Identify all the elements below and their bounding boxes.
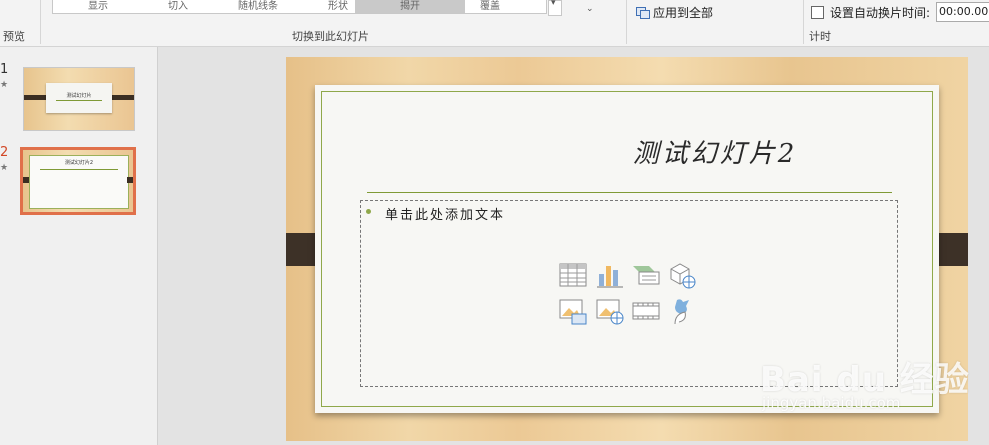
gallery-more-button[interactable]: ▾	[548, 0, 562, 16]
preview-group-label: 预览	[3, 30, 25, 43]
thumb-card: 测试幻灯片	[46, 83, 112, 113]
transition-item-0[interactable]: 显示	[68, 0, 128, 12]
slide-title[interactable]: 测试幻灯片2	[515, 133, 915, 170]
watermark-url: jingyan.baidu.com	[762, 394, 901, 412]
transition-gallery: 显示 切入 随机线条 形状 揭开 覆盖	[52, 0, 547, 14]
transition-item-4[interactable]: 揭开	[380, 0, 440, 12]
slide-animation-star-1: ★	[0, 80, 9, 90]
table-icon[interactable]	[558, 260, 588, 290]
auto-advance-label: 设置自动换片时间:	[830, 6, 931, 20]
thumb-title-2: 测试幻灯片2	[64, 160, 94, 166]
thumb-tab-left	[23, 177, 29, 183]
auto-advance-option[interactable]: 设置自动换片时间:	[811, 4, 930, 21]
3d-model-icon[interactable]	[667, 260, 697, 290]
transition-group-label: 切换到此幻灯片	[292, 30, 369, 43]
transition-item-3[interactable]: 形状	[308, 0, 368, 12]
smartart-icon[interactable]	[631, 260, 661, 290]
apply-to-all-label: 应用到全部	[653, 6, 714, 20]
icons-icon[interactable]	[667, 296, 697, 326]
bullet-icon	[366, 209, 371, 214]
thumb-rule	[56, 100, 102, 101]
chart-icon[interactable]	[595, 260, 625, 290]
apply-all-icon	[636, 6, 650, 19]
slide-number-2: 2	[0, 145, 9, 160]
thumb-tab-right	[127, 177, 133, 183]
ribbon-separator	[626, 0, 627, 44]
content-placeholder-text: 单击此处添加文本	[385, 208, 506, 223]
picture-icon[interactable]	[558, 296, 588, 326]
slide-number-1: 1	[0, 62, 9, 77]
transition-item-1[interactable]: 切入	[148, 0, 208, 12]
timing-group-label: 计时	[809, 30, 831, 43]
video-icon[interactable]	[631, 296, 661, 326]
thumb-title-1: 测试幻灯片	[66, 93, 92, 99]
slide-animation-star-2: ★	[0, 163, 9, 173]
effect-options-dropdown-icon[interactable]: ⌄	[586, 4, 594, 14]
title-underline	[367, 192, 892, 193]
slide-thumbnail-2[interactable]: 测试幻灯片2	[23, 150, 133, 212]
thumb-card: 测试幻灯片2	[29, 155, 129, 209]
auto-advance-time-input[interactable]: 00:00.00	[936, 2, 989, 22]
thumb-rule	[40, 169, 118, 170]
slide-thumbnail-1[interactable]: 测试幻灯片	[23, 67, 135, 131]
ribbon-separator	[40, 0, 41, 44]
online-picture-icon[interactable]	[595, 296, 625, 326]
ribbon-separator	[803, 0, 804, 44]
apply-to-all-button[interactable]: 应用到全部	[636, 4, 713, 21]
transition-item-2[interactable]: 随机线条	[228, 0, 288, 12]
auto-advance-checkbox[interactable]	[811, 6, 824, 19]
ribbon: 预览 显示 切入 随机线条 形状 揭开 覆盖 ▾ ⌄ 切换到此幻灯片 应用到全部…	[0, 0, 989, 47]
slide-thumbnails-panel: 1 ★ 测试幻灯片 2 ★ 测试幻灯片2	[0, 47, 158, 445]
transition-item-5[interactable]: 覆盖	[460, 0, 520, 12]
chevron-down-icon: ▾	[551, 0, 556, 8]
